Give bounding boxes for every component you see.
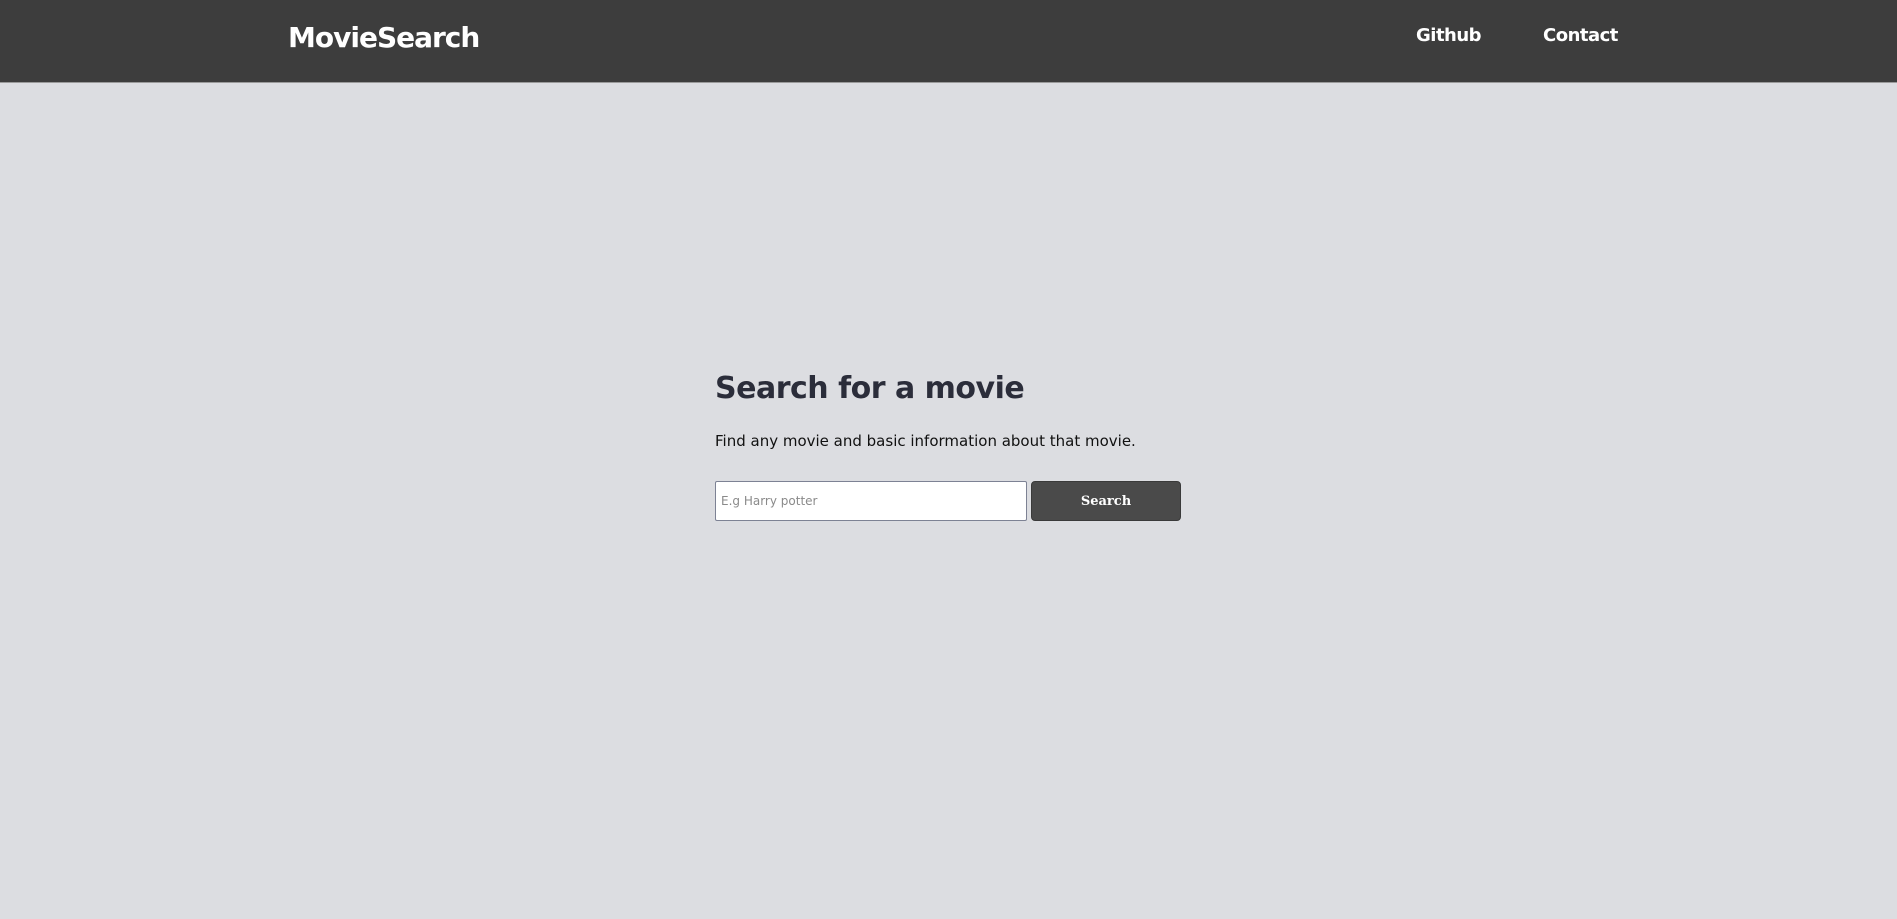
search-button[interactable]: Search [1031,481,1181,521]
page-subtitle: Find any movie and basic information abo… [715,432,1136,450]
nav-link-github[interactable]: Github [1416,24,1482,48]
navbar: MovieSearch Github Contact [0,0,1897,83]
page-title: Search for a movie [715,371,1025,406]
search-section: Search for a movie Find any movie and ba… [715,368,1195,521]
nav-link-contact[interactable]: Contact [1543,24,1618,48]
search-input[interactable] [715,481,1027,521]
brand-logo[interactable]: MovieSearch [288,20,480,56]
